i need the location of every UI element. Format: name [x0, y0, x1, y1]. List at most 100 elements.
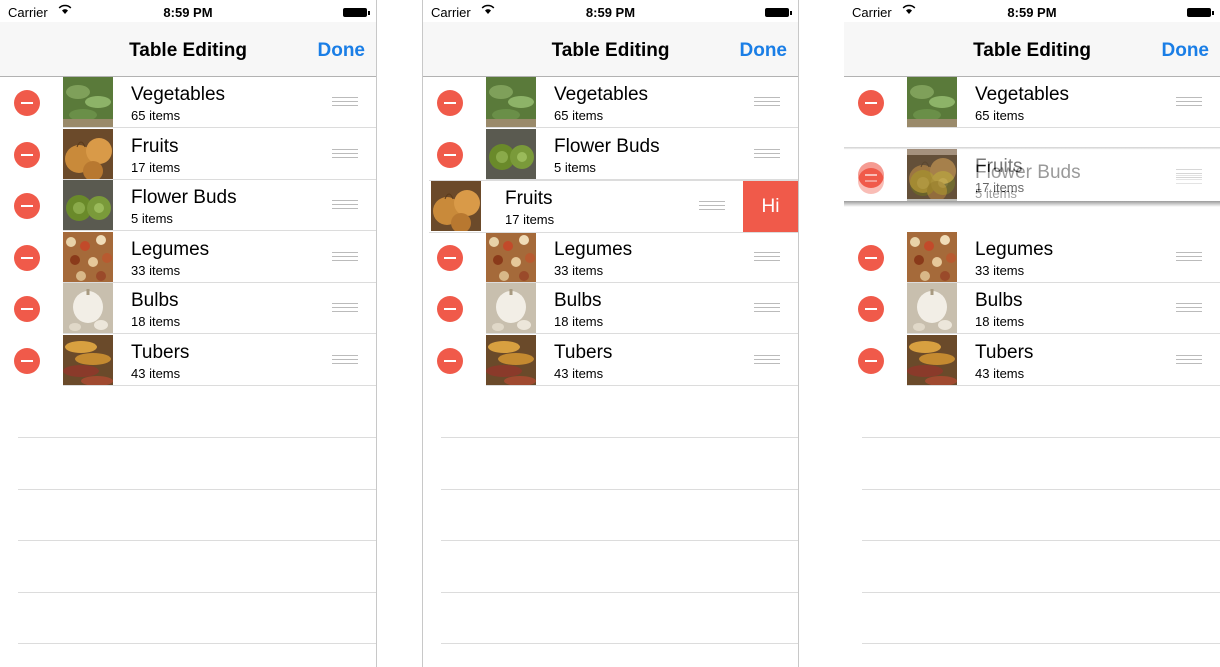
- delete-control-icon[interactable]: [437, 244, 463, 271]
- vegetables-thumbnail: [907, 77, 957, 127]
- table-row[interactable]: Bulbs 18 items: [0, 283, 376, 334]
- delete-control-icon[interactable]: [858, 244, 884, 271]
- delete-control-icon[interactable]: [858, 347, 884, 374]
- row-item-count: 18 items: [975, 314, 1025, 329]
- status-bar: Carrier 8:59 PM: [423, 0, 798, 22]
- status-bar: Carrier 8:59 PM: [844, 0, 1220, 22]
- row-item-count: 33 items: [131, 262, 181, 278]
- table-row[interactable]: Legumes 33 items: [844, 231, 1220, 283]
- flower-buds-thumbnail: [486, 128, 536, 179]
- row-item-count: 65 items: [131, 108, 181, 123]
- fruits-thumbnail: [63, 128, 113, 179]
- delete-control-icon[interactable]: [858, 296, 884, 322]
- table-row[interactable]: Fruits 17 items Hi: [429, 180, 798, 233]
- row-title: Flower Buds: [554, 135, 660, 157]
- reorder-handle-icon[interactable]: [754, 97, 780, 107]
- table-separator: [18, 540, 376, 541]
- table-view[interactable]: Vegetables65 itemsFlower Buds5 itemsLegu…: [844, 77, 1220, 667]
- table-row[interactable]: Fruits 17 items: [0, 128, 376, 180]
- delete-control-icon[interactable]: [14, 90, 40, 116]
- table-separator: [862, 488, 1220, 490]
- battery-icon: [765, 8, 792, 17]
- reorder-handle-icon[interactable]: [332, 200, 358, 210]
- fruits-thumbnail: [907, 149, 957, 199]
- reorder-handle-icon[interactable]: [332, 354, 358, 365]
- delete-control-icon[interactable]: [437, 296, 463, 322]
- reorder-handle-icon[interactable]: [1176, 354, 1202, 365]
- table-row[interactable]: Vegetables 65 items: [423, 77, 798, 128]
- delete-control-icon[interactable]: [858, 162, 884, 188]
- row-title: Bulbs: [131, 290, 179, 311]
- row-title: Vegetables: [975, 84, 1070, 105]
- bulbs-thumbnail: [63, 283, 113, 333]
- legumes-thumbnail: [486, 231, 536, 282]
- navigation-bar: Table Editing Done: [0, 22, 376, 77]
- row-title: Fruits: [505, 188, 553, 209]
- delete-control-icon[interactable]: [14, 296, 40, 322]
- table-view[interactable]: Vegetables65 itemsFlower Buds5 items Legu…: [423, 77, 798, 667]
- table-separator: [441, 643, 798, 644]
- delete-control-icon[interactable]: [14, 347, 40, 374]
- table-row[interactable]: Legumes 33 items: [423, 231, 798, 283]
- delete-control-icon[interactable]: [14, 141, 40, 168]
- table-row[interactable]: Bulbs 18 items: [423, 283, 798, 334]
- reorder-handle-icon[interactable]: [1176, 303, 1202, 313]
- table-separator: [862, 591, 1220, 593]
- table-separator: [441, 437, 798, 438]
- reorder-handle-icon[interactable]: [1176, 169, 1202, 179]
- reorder-handle-icon[interactable]: [754, 354, 780, 365]
- status-bar: Carrier 8:59 PM: [0, 0, 376, 22]
- row-title: Flower Buds: [131, 187, 237, 208]
- delete-control-icon[interactable]: [14, 193, 40, 219]
- delete-control-icon[interactable]: [437, 90, 463, 116]
- reorder-handle-icon[interactable]: [754, 251, 780, 262]
- delete-control-icon[interactable]: [858, 90, 884, 116]
- delete-control-icon[interactable]: [437, 347, 463, 374]
- reorder-handle-icon[interactable]: [332, 251, 358, 262]
- reorder-handle-icon[interactable]: [1176, 97, 1202, 107]
- reorder-handle-icon[interactable]: [332, 303, 358, 313]
- table-separator: [441, 591, 798, 593]
- flower-buds-thumbnail: [63, 180, 113, 230]
- done-button[interactable]: Done: [740, 40, 788, 62]
- row-title: Vegetables: [554, 84, 649, 105]
- battery-icon: [343, 8, 370, 17]
- reorder-handle-icon[interactable]: [332, 148, 358, 159]
- table-row[interactable]: Legumes 33 items: [0, 231, 376, 283]
- row-item-count: 43 items: [975, 365, 1025, 381]
- legumes-thumbnail: [63, 231, 113, 282]
- table-separator: [18, 643, 376, 644]
- done-button[interactable]: Done: [318, 40, 366, 62]
- drag-shadow: [844, 201, 1220, 207]
- table-row[interactable]: Tubers 43 items: [0, 334, 376, 386]
- battery-icon: [1187, 8, 1214, 17]
- delete-control-icon[interactable]: [437, 141, 463, 168]
- table-row[interactable]: Flower Buds 5 items: [423, 128, 798, 180]
- reorder-handle-icon[interactable]: [332, 97, 358, 107]
- table-row[interactable]: Vegetables 65 items: [0, 77, 376, 128]
- table-row[interactable]: Fruits 17 items: [844, 149, 1220, 204]
- table-row[interactable]: Flower Buds 5 items: [0, 180, 376, 231]
- table-row[interactable]: Bulbs 18 items: [844, 283, 1220, 334]
- reorder-handle-icon[interactable]: [754, 303, 780, 313]
- row-item-count: 43 items: [554, 365, 604, 381]
- reorder-handle-icon[interactable]: [754, 148, 780, 159]
- done-button[interactable]: Done: [1162, 40, 1210, 62]
- legumes-thumbnail: [907, 231, 957, 282]
- table-separator: [441, 540, 798, 541]
- navigation-bar: Table Editing Done: [423, 22, 798, 77]
- delete-control-icon[interactable]: [14, 244, 40, 271]
- table-separator: [862, 643, 1220, 644]
- table-view[interactable]: Vegetables 65 items Fruits 17 items Flower B…: [0, 77, 376, 667]
- reorder-handle-icon[interactable]: [1176, 251, 1202, 262]
- reorder-handle-icon[interactable]: [699, 201, 725, 211]
- tubers-thumbnail: [486, 334, 536, 385]
- table-row[interactable]: Vegetables 65 items: [844, 77, 1220, 128]
- bulbs-thumbnail: [907, 283, 957, 333]
- table-row[interactable]: Tubers 43 items: [423, 334, 798, 386]
- table-row[interactable]: Tubers 43 items: [844, 334, 1220, 386]
- row-item-count: 17 items: [975, 180, 1025, 195]
- table-separator: [18, 591, 376, 593]
- status-time: 8:59 PM: [163, 5, 213, 20]
- swipe-action-button[interactable]: Hi: [743, 181, 798, 232]
